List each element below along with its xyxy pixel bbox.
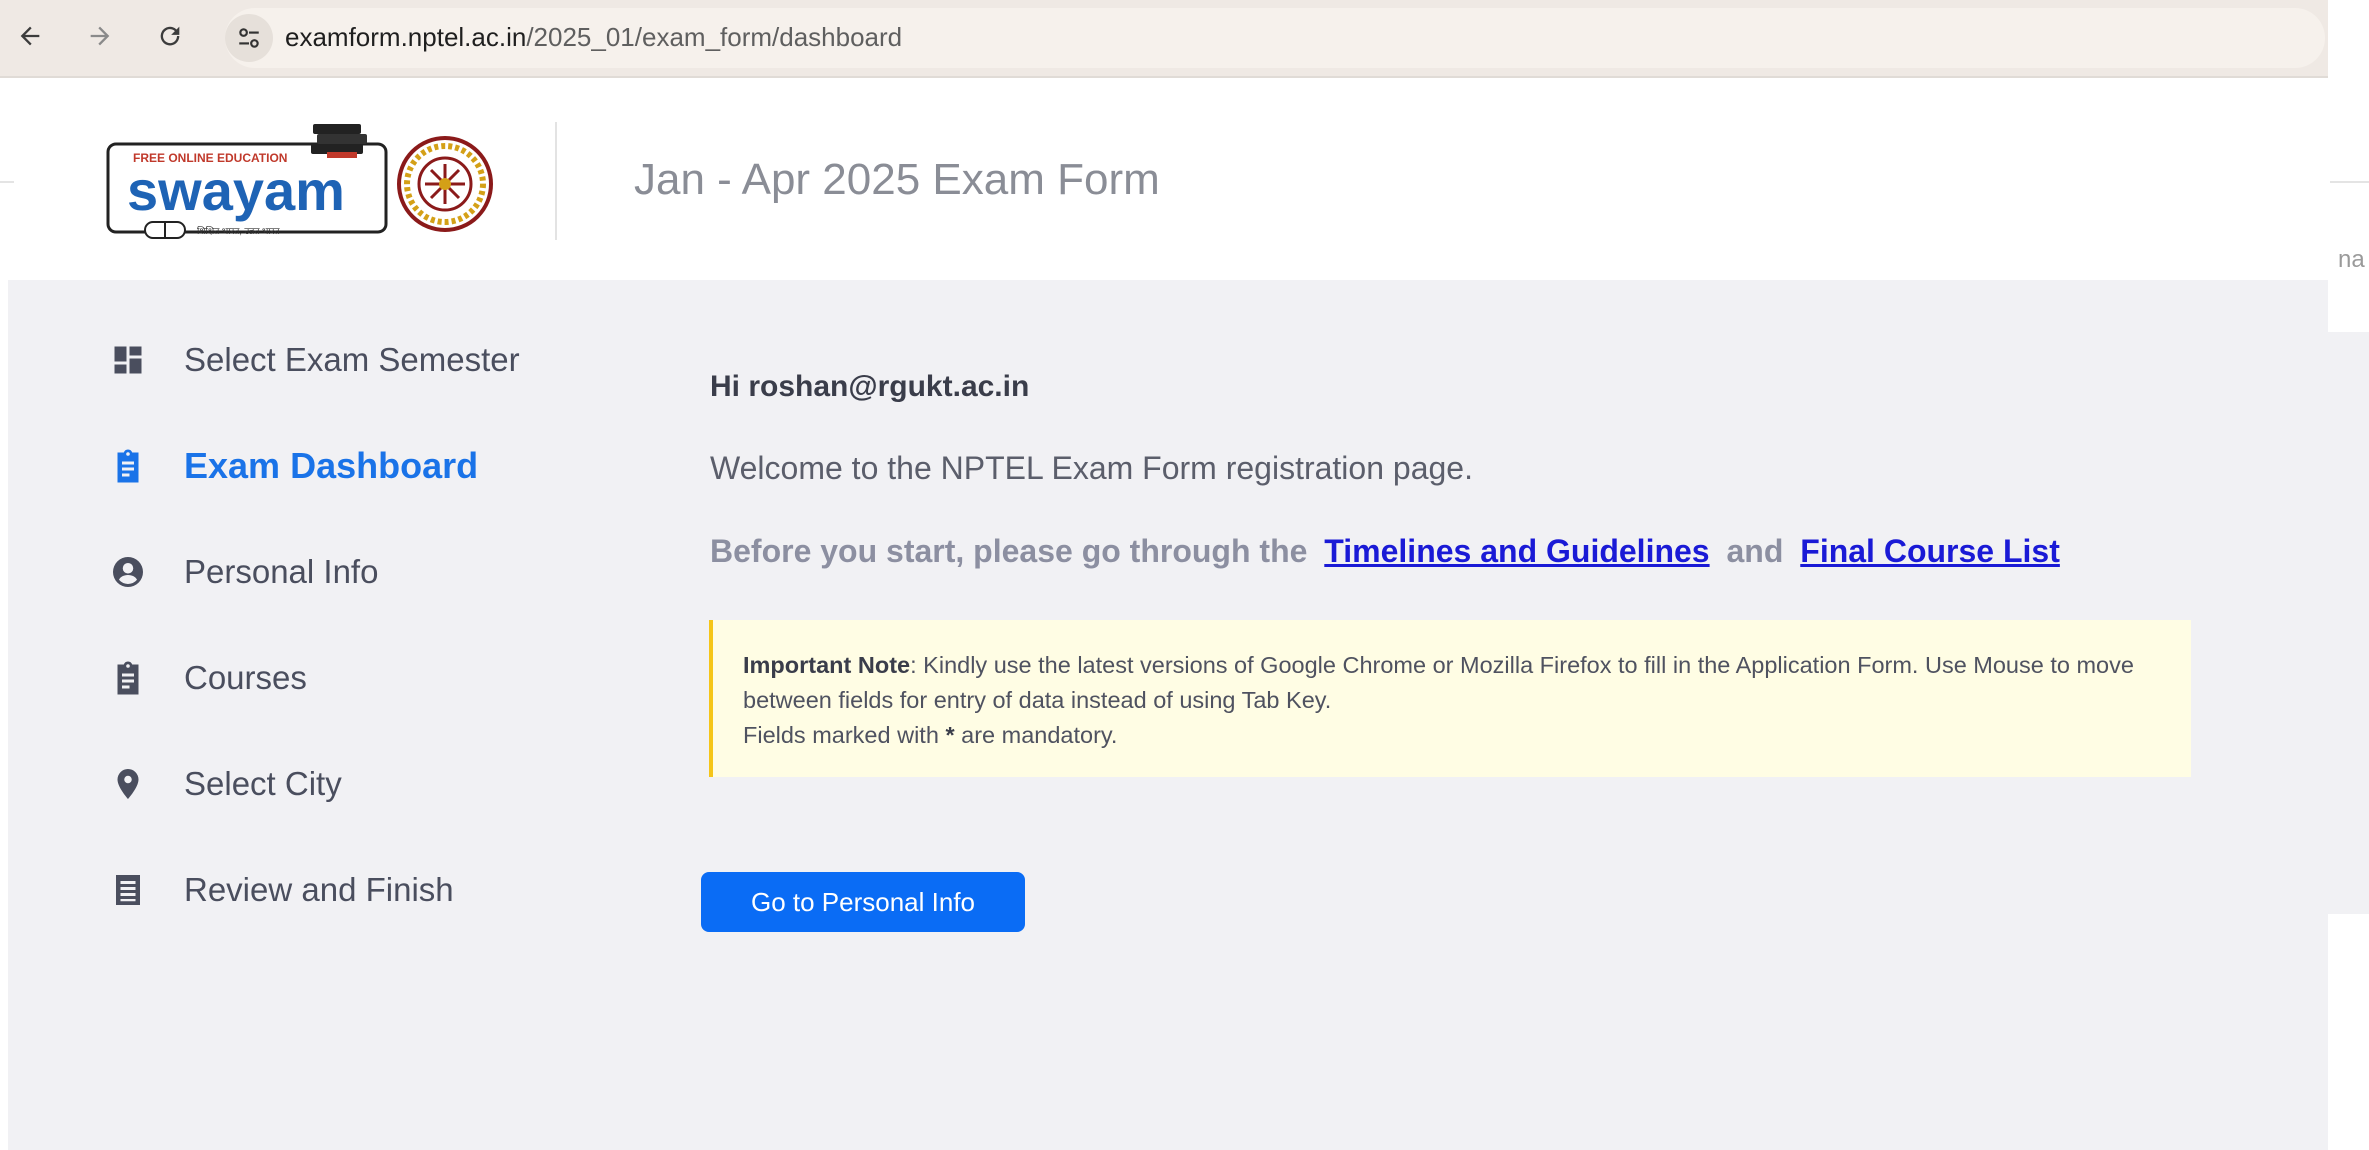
user-circle-icon — [108, 552, 148, 592]
back-arrow-icon[interactable] — [8, 14, 52, 58]
sidebar-item-personal-info[interactable]: Personal Info — [108, 542, 568, 602]
header-divider-right — [2330, 181, 2369, 183]
guidelines-prompt: Before you start, please go through the … — [710, 533, 2068, 570]
forward-arrow-icon[interactable] — [78, 14, 122, 58]
sidebar-item-review-and-finish[interactable]: Review and Finish — [108, 860, 568, 920]
url-host: examform.nptel.ac.in — [285, 22, 527, 52]
mandatory-star: * — [945, 722, 955, 748]
clipboard-icon — [108, 446, 148, 486]
url-text: examform.nptel.ac.in/2025_01/exam_form/d… — [285, 22, 902, 53]
sidebar-item-label: Courses — [184, 659, 307, 696]
header-vertical-divider — [555, 122, 557, 240]
important-note-box: Important Note: Kindly use the latest ve… — [709, 620, 2191, 777]
edge-text-fragment: na — [2338, 246, 2365, 273]
sidebar-item-label: Personal Info — [184, 553, 379, 590]
browser-toolbar: examform.nptel.ac.in/2025_01/exam_form/d… — [0, 0, 2328, 78]
url-path: /2025_01/exam_form/dashboard — [526, 22, 903, 52]
mandatory-fields-prefix: Fields marked with — [743, 722, 939, 748]
sidebar-item-label: Exam Dashboard — [184, 445, 479, 486]
address-bar[interactable]: examform.nptel.ac.in/2025_01/exam_form/d… — [225, 8, 2325, 68]
important-note-body: : Kindly use the latest versions of Goog… — [743, 652, 2134, 713]
swayam-logo[interactable]: FREE ONLINE EDUCATION swayam शिक्षित भार… — [105, 122, 495, 242]
sidebar-item-select-exam-semester[interactable]: Select Exam Semester — [108, 330, 568, 390]
sidebar-item-label: Select Exam Semester — [184, 341, 520, 378]
user-greeting: Hi roshan@rgukt.ac.in — [710, 370, 1030, 403]
welcome-message: Welcome to the NPTEL Exam Form registrat… — [710, 450, 1473, 486]
sidebar-item-label: Select City — [184, 765, 342, 802]
timelines-guidelines-link[interactable]: Timelines and Guidelines — [1324, 533, 1709, 569]
guidelines-prompt-text: Before you start, please go through the — [710, 533, 1308, 569]
final-course-list-link[interactable]: Final Course List — [1800, 533, 2060, 569]
page-title: Jan - Apr 2025 Exam Form — [634, 155, 1160, 204]
sidebar-item-select-city[interactable]: Select City — [108, 754, 568, 814]
sidebar-item-label: Review and Finish — [184, 871, 454, 908]
location-pin-icon — [108, 764, 148, 804]
main-panel-overflow — [2328, 332, 2369, 914]
go-to-personal-info-button[interactable]: Go to Personal Info — [701, 872, 1025, 932]
svg-text:शिक्षित भारत, उन्नत भारत: शिक्षित भारत, उन्नत भारत — [197, 225, 280, 236]
reload-icon[interactable] — [148, 14, 192, 58]
header-divider-left — [0, 181, 14, 183]
clipboard-icon — [108, 658, 148, 698]
important-note-title: Important Note — [743, 652, 911, 678]
mandatory-fields-suffix: are mandatory. — [961, 722, 1118, 748]
sidebar-item-courses[interactable]: Courses — [108, 648, 568, 708]
sidebar-item-exam-dashboard[interactable]: Exam Dashboard — [108, 436, 568, 496]
and-text: and — [1726, 533, 1784, 569]
list-icon — [108, 870, 148, 910]
site-info-icon[interactable] — [225, 14, 273, 62]
logo-text: swayam — [127, 159, 345, 222]
dashboard-icon — [108, 340, 148, 380]
